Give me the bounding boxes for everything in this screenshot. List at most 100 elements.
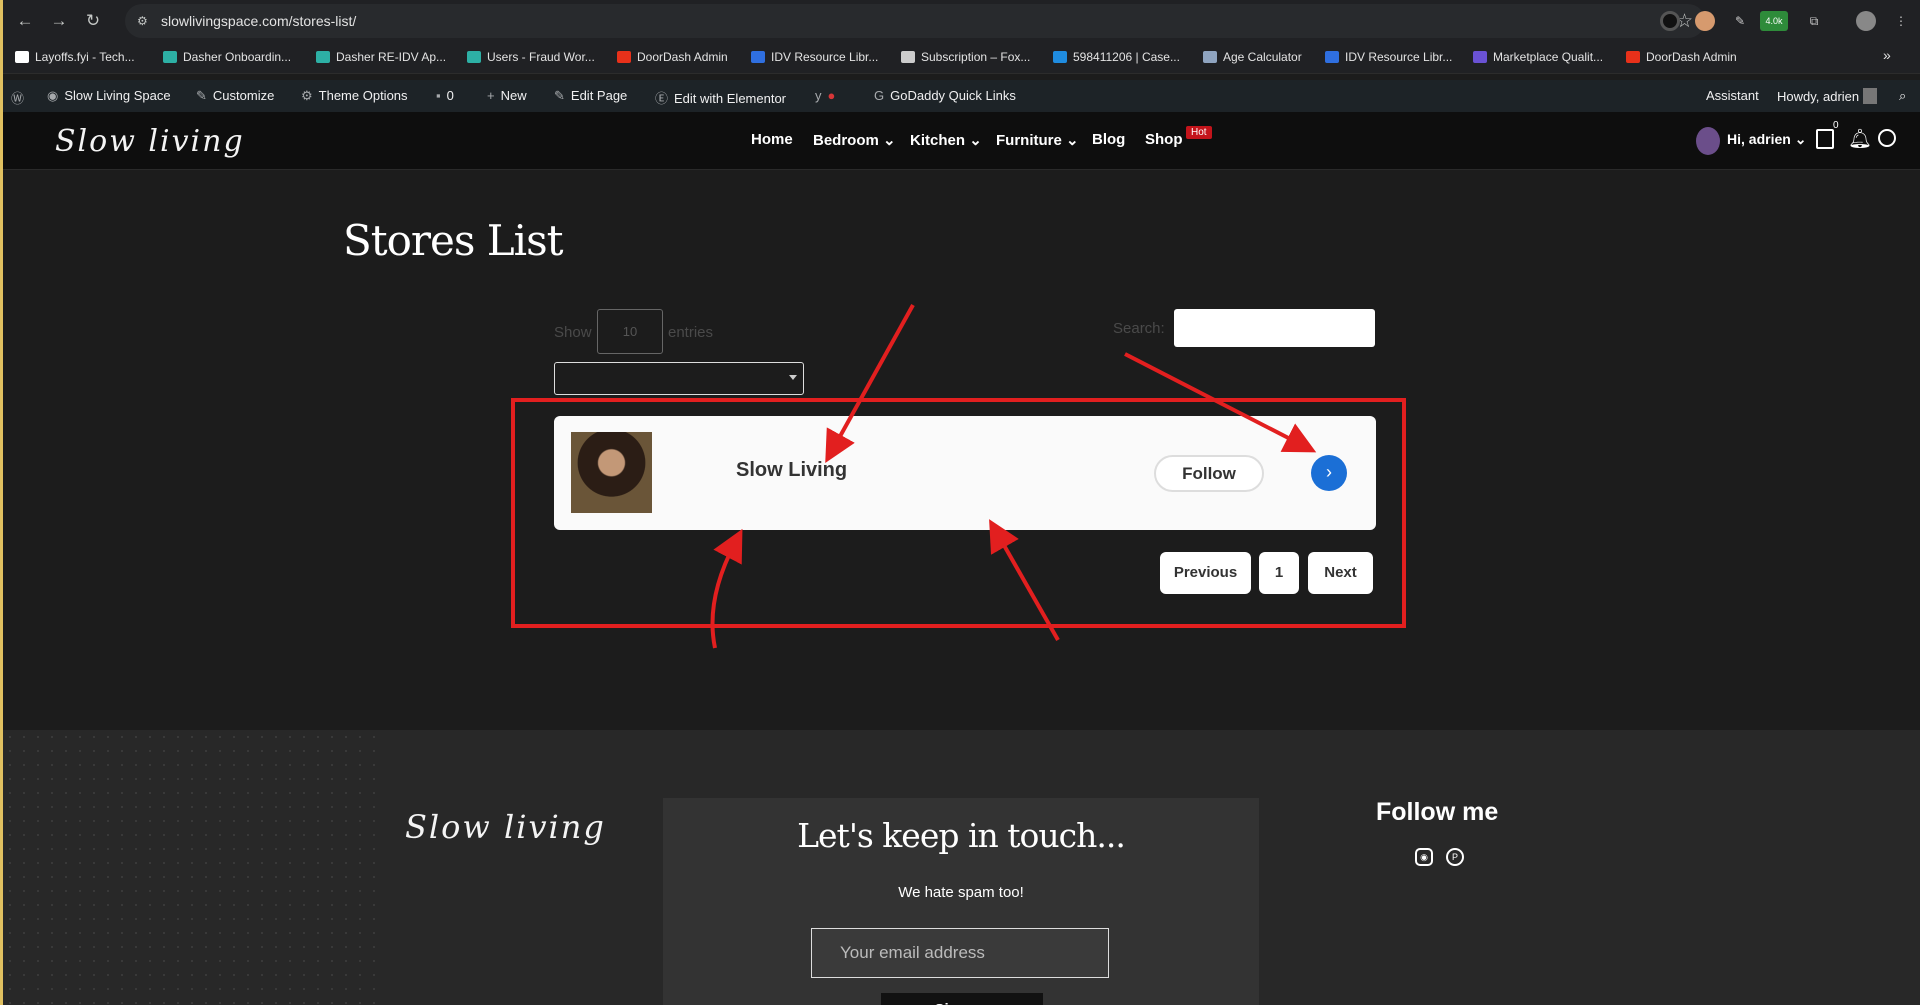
bookmark-favicon-icon (1626, 51, 1640, 63)
site-logo[interactable]: Slow living (55, 124, 245, 159)
nav-home[interactable]: Home (751, 131, 793, 148)
cart-icon[interactable] (1816, 129, 1834, 149)
avatar (1862, 88, 1877, 104)
howdy-user-link[interactable]: Howdy, adrien (1777, 88, 1877, 104)
bell-icon[interactable]: 🔔︎ (1848, 127, 1872, 151)
entries-length-input[interactable]: 10 (597, 309, 663, 354)
brush-icon: ✎ (196, 88, 207, 103)
site-header: Slow living Home Bedroom ⌄ Kitchen ⌄ Fur… (3, 112, 1920, 170)
dashboard-icon: ◉ (47, 88, 59, 103)
user-avatar[interactable] (1696, 127, 1720, 155)
bookmark-item[interactable]: IDV Resource Libr... (751, 50, 878, 64)
plus-icon: + (487, 88, 495, 103)
wp-admin-bar: Ⓦ ◉ Slow Living Space ✎ Customize ⚙ Theme O… (3, 80, 1920, 112)
bookmark-item[interactable]: DoorDash Admin (1626, 50, 1737, 64)
bookmark-item[interactable]: Dasher Onboardin... (163, 50, 291, 64)
bookmark-item[interactable]: 598411206 | Case... (1053, 50, 1180, 64)
nav-blog[interactable]: Blog (1092, 131, 1125, 148)
bookmark-favicon-icon (617, 51, 631, 63)
extensions-puzzle-icon[interactable]: ⧉ (1804, 11, 1824, 31)
customize-link[interactable]: ✎ Customize (196, 88, 274, 104)
extension-face-icon[interactable] (1695, 11, 1715, 31)
entries-label: entries (668, 324, 714, 341)
bookmark-favicon-icon (1325, 51, 1339, 63)
sign-up-button[interactable]: Sign up (881, 993, 1043, 1005)
forward-icon[interactable]: → (48, 10, 70, 32)
bookmark-favicon-icon (901, 51, 915, 63)
edit-elementor-link[interactable]: Ⓔ Edit with Elementor (655, 88, 786, 107)
chevron-down-icon: ⌄ (1066, 132, 1079, 149)
bookmark-item[interactable]: Layoffs.fyi - Tech... (15, 50, 135, 64)
back-icon[interactable]: ← (14, 10, 36, 32)
reload-icon[interactable]: ↻ (82, 10, 104, 32)
more-bookmarks-icon[interactable]: » (1883, 47, 1891, 63)
pinterest-icon[interactable]: P (1446, 848, 1464, 866)
chrome-menu-icon[interactable]: ⋮ (1891, 11, 1911, 31)
elementor-icon: Ⓔ (655, 91, 669, 106)
url-text[interactable]: slowlivingspace.com/stores-list/ (161, 13, 356, 29)
seo-status-dot-icon: ● (827, 88, 836, 103)
follow-me-heading: Follow me (1376, 798, 1499, 826)
new-link[interactable]: + New (487, 88, 527, 103)
header-search-icon[interactable] (1878, 129, 1896, 147)
comment-icon: ▪ (436, 88, 441, 103)
footer-logo[interactable]: Slow living (405, 808, 606, 846)
godaddy-link[interactable]: G GoDaddy Quick Links (874, 88, 1016, 103)
bookmark-favicon-icon (467, 51, 481, 63)
nav-furniture[interactable]: Furniture ⌄ (996, 131, 1079, 149)
newsletter-title: Let's keep in touch... (797, 816, 1126, 855)
bookmark-favicon-icon (15, 51, 29, 63)
godaddy-icon: G (874, 88, 885, 103)
bookmark-item[interactable]: Dasher RE-IDV Ap... (316, 50, 446, 64)
bookmark-item[interactable]: Age Calculator (1203, 50, 1302, 64)
extension-badge[interactable]: 4.0k (1760, 11, 1788, 31)
address-bar[interactable]: ⚙ slowlivingspace.com/stores-list/ ☆ (125, 4, 1705, 38)
bookmark-item[interactable]: IDV Resource Libr... (1325, 50, 1452, 64)
browser-toolbar: ← → ↻ ⚙ slowlivingspace.com/stores-list/… (3, 0, 1920, 42)
pencil-icon: ✎ (554, 88, 565, 103)
search-input[interactable] (1174, 309, 1375, 347)
nav-bedroom[interactable]: Bedroom ⌄ (813, 131, 896, 149)
edit-page-link[interactable]: ✎ Edit Page (554, 88, 627, 104)
yoast-icon[interactable]: y ● (815, 88, 835, 103)
nav-shop[interactable]: Shop (1145, 131, 1183, 148)
bookmarks-bar: Layoffs.fyi - Tech... Dasher Onboardin..… (3, 42, 1920, 74)
cart-count: 0 (1833, 120, 1839, 131)
site-footer: Slow living Let's keep in touch... We ha… (3, 730, 1920, 1005)
bookmark-item[interactable]: Users - Fraud Wor... (467, 50, 595, 64)
annotation-highlight-box (511, 398, 1406, 628)
bookmark-item[interactable]: DoorDash Admin (617, 50, 728, 64)
search-icon[interactable]: ⌕ (1899, 88, 1906, 104)
instagram-icon[interactable]: ◉ (1415, 848, 1433, 866)
bookmark-item[interactable]: Subscription – Fox... (901, 50, 1030, 64)
profile-avatar[interactable] (1856, 11, 1876, 31)
newsletter-subtitle: We hate spam too! (898, 884, 1024, 901)
assistant-link[interactable]: Assistant (1706, 88, 1759, 103)
email-field[interactable]: Your email address (811, 928, 1109, 978)
comments-link[interactable]: ▪ 0 (436, 88, 454, 103)
wordpress-logo-icon[interactable]: Ⓦ (11, 88, 30, 107)
extension-icon[interactable] (1660, 11, 1680, 31)
newsletter-box: Let's keep in touch... We hate spam too!… (663, 798, 1259, 1005)
site-info-icon[interactable]: ⚙ (137, 13, 153, 29)
chevron-down-icon: ⌄ (969, 132, 982, 149)
theme-options-link[interactable]: ⚙ Theme Options (301, 88, 408, 104)
dot-pattern (3, 730, 383, 1005)
site-name-link[interactable]: ◉ Slow Living Space (47, 88, 171, 104)
user-greeting[interactable]: Hi, adrien ⌄ (1727, 131, 1806, 148)
hot-badge: Hot (1186, 126, 1212, 139)
nav-kitchen[interactable]: Kitchen ⌄ (910, 131, 982, 149)
chevron-down-icon: ⌄ (1794, 131, 1807, 147)
search-label: Search: (1113, 320, 1165, 337)
bookmark-favicon-icon (316, 51, 330, 63)
gear-icon: ⚙ (301, 88, 313, 103)
pen-icon[interactable]: ✎ (1730, 11, 1750, 31)
bookmark-item[interactable]: Marketplace Qualit... (1473, 50, 1603, 64)
bookmark-favicon-icon (751, 51, 765, 63)
page-title: Stores List (343, 216, 564, 265)
filter-select[interactable] (554, 362, 804, 395)
bookmark-favicon-icon (1053, 51, 1067, 63)
chevron-down-icon: ⌄ (883, 132, 896, 149)
show-label: Show (554, 324, 592, 341)
select-caret-icon (789, 375, 797, 380)
